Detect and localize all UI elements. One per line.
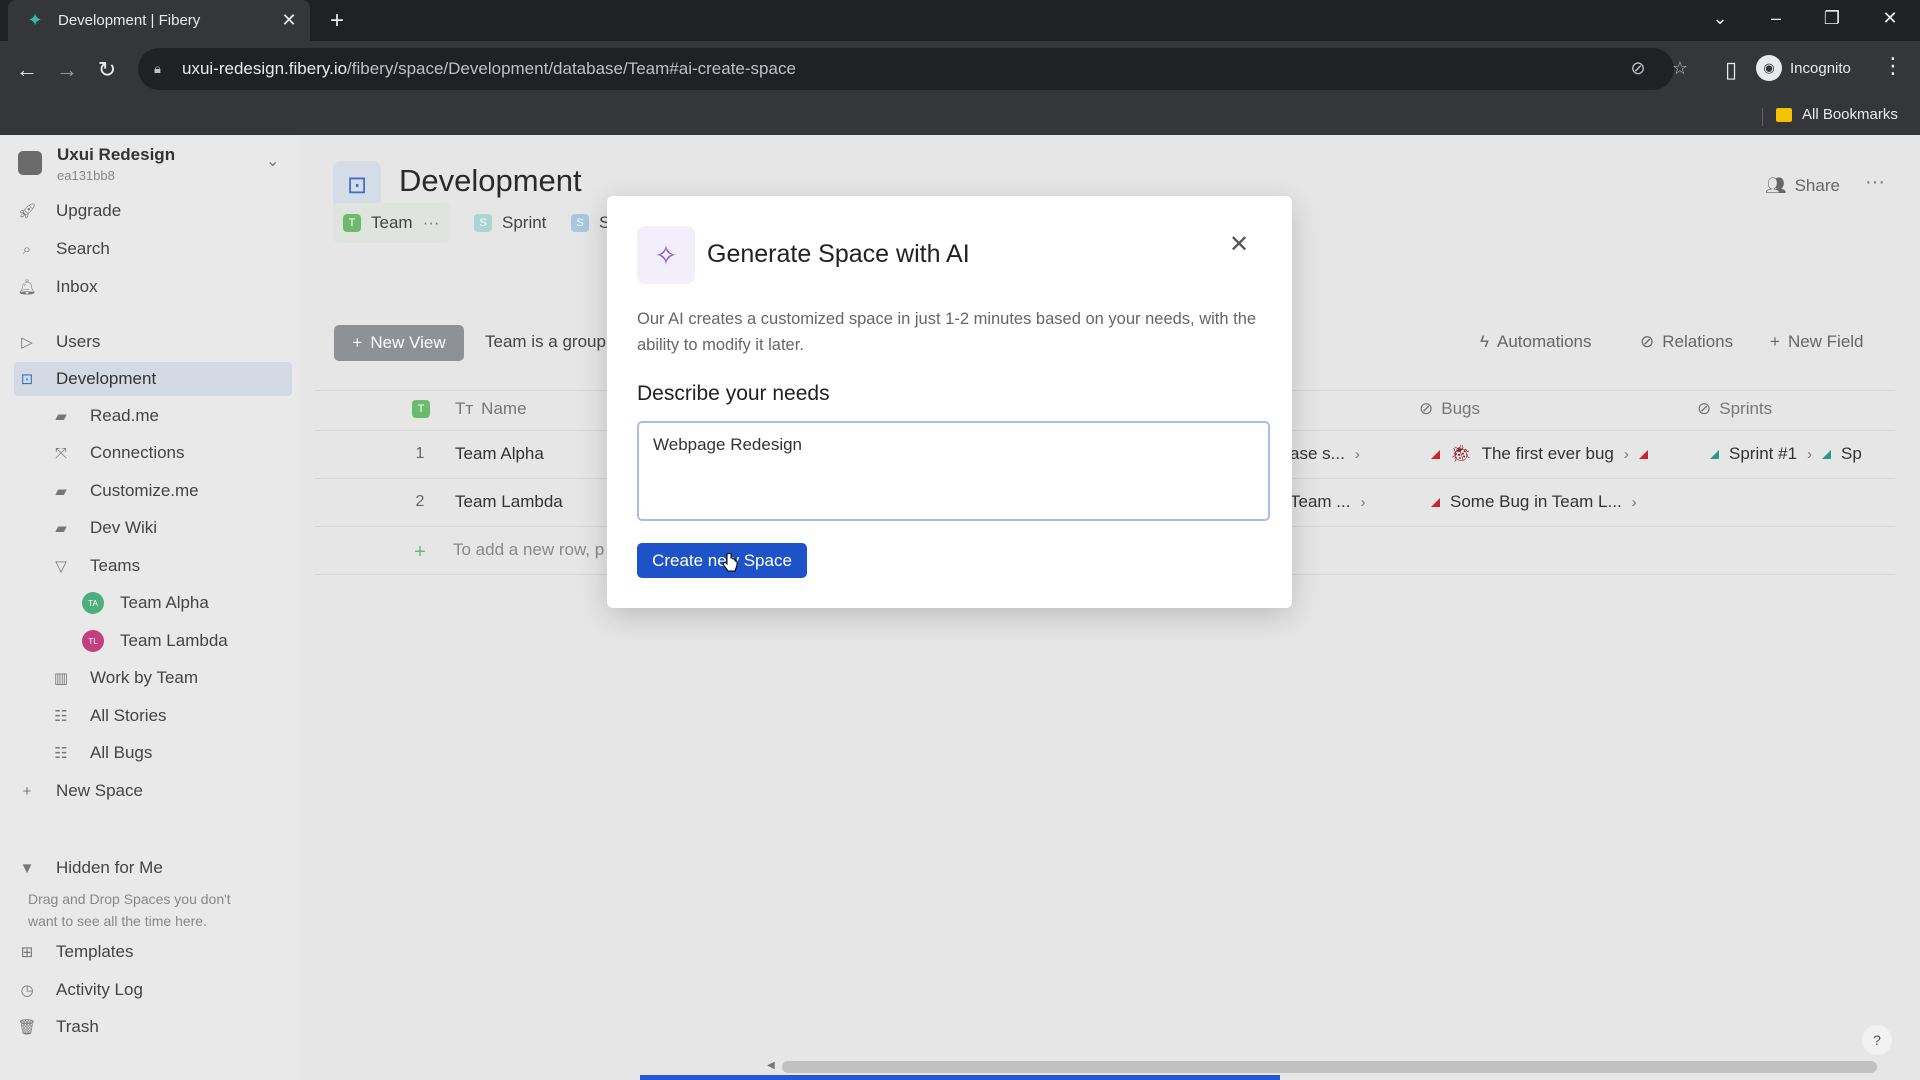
generate-space-dialog: ✧ Generate Space with AI ✕ Our AI create…: [607, 196, 1292, 608]
side-panel-icon[interactable]: ▯: [1716, 55, 1746, 85]
incognito-label: Incognito: [1790, 59, 1851, 77]
profile-incognito[interactable]: ◉ Incognito: [1756, 53, 1851, 83]
fibery-favicon-icon: ✦: [27, 10, 43, 30]
tab-search-icon[interactable]: ⌄: [1706, 8, 1734, 29]
window-close-button[interactable]: ✕: [1876, 8, 1904, 29]
url-path: /fibery/space/Development/database/Team#…: [347, 59, 796, 78]
address-bar[interactable]: 🔒︎ uxui-redesign.fibery.io/fibery/space/…: [138, 48, 1688, 90]
folder-icon: [1776, 107, 1792, 122]
eye-off-icon[interactable]: ⊘: [1626, 58, 1650, 79]
incognito-icon: ◉: [1756, 55, 1782, 81]
url-text: uxui-redesign.fibery.io/fibery/space/Dev…: [182, 59, 796, 79]
new-tab-button[interactable]: +: [324, 8, 350, 34]
minimize-button[interactable]: –: [1762, 8, 1790, 29]
lock-icon: 🔒︎: [154, 61, 161, 76]
reload-button[interactable]: ↻: [92, 55, 122, 85]
star-icon[interactable]: ☆: [1668, 58, 1692, 79]
browser-tab-bar: ✦ Development | Fibery ✕ + ⌄ – ❐ ✕: [0, 0, 1920, 41]
dialog-title: Generate Space with AI: [707, 240, 970, 268]
hand-cursor-icon: [722, 553, 738, 572]
back-button[interactable]: ←: [12, 55, 42, 85]
browser-toolbar: ← → ↻ 🔒︎ uxui-redesign.fibery.io/fibery/…: [0, 41, 1920, 98]
forward-button[interactable]: →: [52, 55, 82, 85]
tab-title: Development | Fibery: [58, 12, 201, 29]
needs-input[interactable]: Webpage Redesign: [637, 421, 1270, 521]
url-host: uxui-redesign.fibery.io: [182, 59, 348, 78]
bookmarks-separator: [1762, 108, 1763, 126]
bookmarks-bar: All Bookmarks: [0, 98, 1920, 135]
needs-label: Describe your needs: [637, 382, 830, 405]
tab-close-icon[interactable]: ✕: [278, 10, 300, 31]
browser-menu-icon[interactable]: ⋮: [1880, 53, 1906, 79]
browser-tab[interactable]: ✦ Development | Fibery ✕: [8, 0, 310, 41]
all-bookmarks-label: All Bookmarks: [1802, 106, 1898, 123]
dialog-intro: Our AI creates a customized space in jus…: [637, 310, 1257, 354]
sparkles-icon: ✧: [637, 226, 695, 284]
all-bookmarks-button[interactable]: All Bookmarks: [1776, 106, 1898, 123]
close-icon[interactable]: ✕: [1227, 230, 1251, 259]
restore-button[interactable]: ❐: [1818, 8, 1846, 29]
